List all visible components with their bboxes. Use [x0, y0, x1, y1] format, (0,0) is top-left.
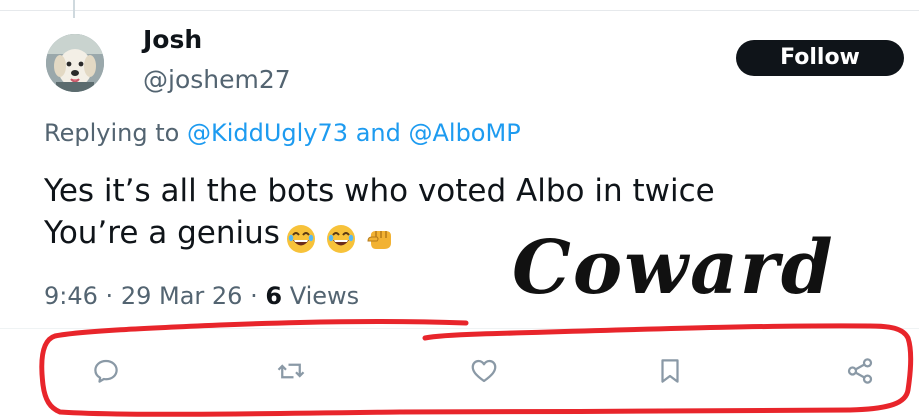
mention-albomp[interactable]: @AlboMP	[408, 119, 520, 147]
views-count: 6	[265, 282, 283, 310]
follow-button[interactable]: Follow	[736, 40, 904, 76]
avatar[interactable]	[46, 34, 104, 92]
author-name[interactable]: Josh	[143, 24, 202, 56]
actions-divider	[0, 328, 919, 329]
replying-prefix: Replying to	[44, 119, 180, 147]
replying-to-line: Replying to @KiddUgly73 and @AlboMP	[44, 117, 521, 149]
meta-separator: ·	[250, 282, 258, 310]
tweet-time[interactable]: 9:46	[44, 282, 98, 310]
tweet-meta: 9:46 · 29 Mar 26 · 6 Views	[44, 280, 359, 312]
tweet-line-2-text: You’re a genius	[44, 215, 280, 251]
bookmark-icon[interactable]	[655, 356, 685, 386]
retweet-icon[interactable]	[276, 356, 306, 386]
pointing-fist-emoji-icon	[367, 230, 391, 249]
tweet-date[interactable]: 29 Mar 26	[121, 282, 243, 310]
like-icon[interactable]	[469, 356, 499, 386]
handwritten-annotation: Coward	[512, 225, 835, 311]
mention-kiddugly73[interactable]: @KiddUgly73	[187, 119, 348, 147]
tweet-line-1: Yes it’s all the bots who voted Albo in …	[44, 173, 715, 209]
laughing-emoji-icon	[326, 224, 355, 253]
dog-avatar-icon	[46, 34, 104, 92]
laughing-emoji-icon	[286, 224, 315, 253]
thread-line	[73, 0, 75, 18]
meta-separator: ·	[105, 282, 114, 310]
author-handle[interactable]: @joshem27	[143, 64, 291, 96]
views-label: Views	[289, 282, 360, 310]
share-icon[interactable]	[845, 356, 875, 386]
emoji-group	[286, 216, 394, 258]
top-divider	[0, 10, 919, 11]
reply-icon[interactable]	[91, 356, 121, 386]
replying-conjunction[interactable]: and	[356, 119, 401, 147]
